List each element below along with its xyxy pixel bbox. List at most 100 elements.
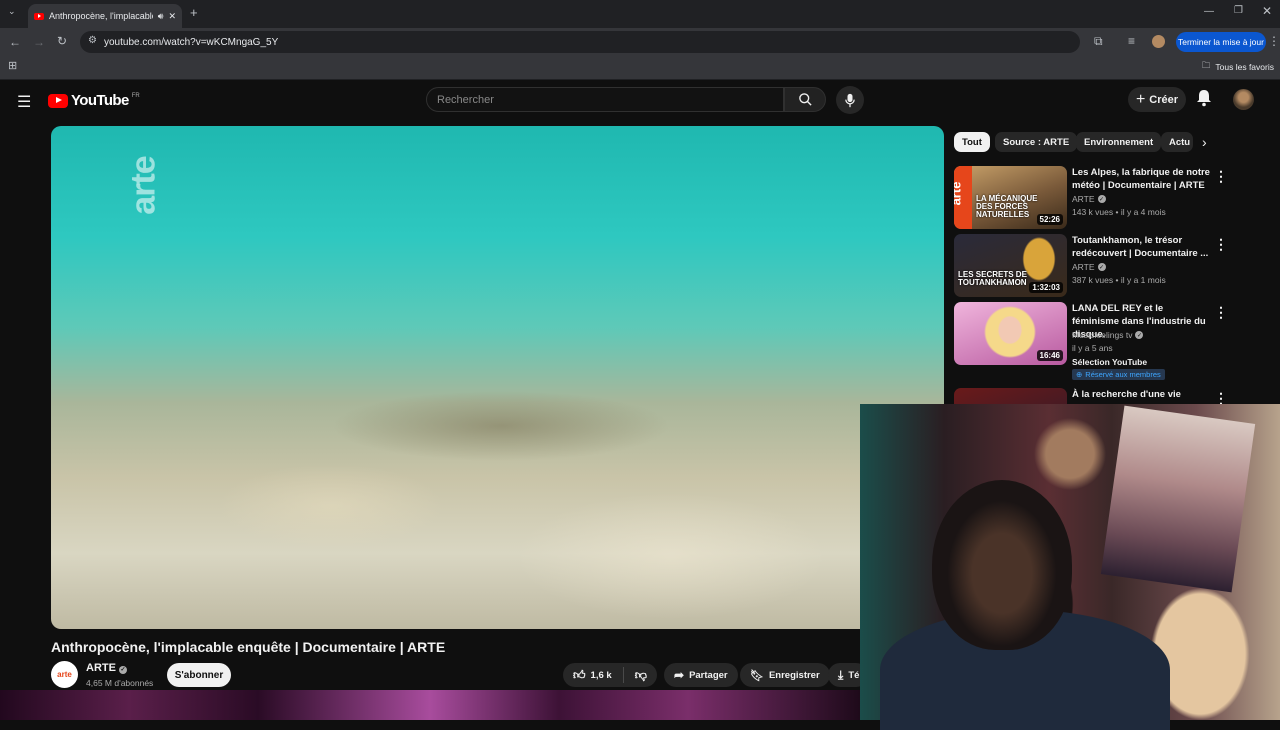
- recommendation-channel[interactable]: ARTE ✓: [1072, 262, 1106, 272]
- youtube-logo[interactable]: YouTube FR: [48, 92, 140, 109]
- reload-icon[interactable]: ↻: [57, 35, 67, 47]
- video-title: Anthropocène, l'implacable enquête | Doc…: [51, 639, 446, 655]
- chip-environment[interactable]: Environnement: [1076, 132, 1162, 152]
- members-icon: ⊕: [1076, 370, 1083, 379]
- recommendation-title[interactable]: Toutankhamon, le trésor redécouvert | Do…: [1072, 234, 1212, 260]
- recommendation-thumbnail[interactable]: 16:46: [954, 302, 1067, 365]
- menu-dots-icon[interactable]: ⋮: [1268, 35, 1280, 47]
- search-button[interactable]: [784, 87, 826, 112]
- webcam-streamer-head: [932, 480, 1072, 650]
- search-input[interactable]: Rechercher: [426, 87, 784, 112]
- notifications-button[interactable]: [1196, 89, 1212, 112]
- create-label: Créer: [1149, 93, 1179, 106]
- recommendation-item[interactable]: À la recherche d'une vie ⋮: [954, 388, 1270, 404]
- more-options-icon[interactable]: ⋮: [1214, 304, 1228, 321]
- chip-all[interactable]: Tout: [954, 132, 990, 152]
- folder-icon: 🗀: [1201, 60, 1211, 70]
- extensions-icon[interactable]: ⧉: [1094, 35, 1103, 47]
- back-icon[interactable]: ←: [9, 36, 21, 48]
- browser-tab-strip: ⌄ + — ❐ ✕: [0, 0, 1280, 28]
- user-avatar[interactable]: [1233, 89, 1254, 110]
- tab-title: Anthropocène, l'implacable: [49, 11, 153, 21]
- region-code: FR: [131, 92, 140, 99]
- create-button[interactable]: + Créer: [1128, 87, 1186, 112]
- share-label: Partager: [689, 669, 728, 681]
- recommendation-channel[interactable]: ARTE ✓: [1072, 194, 1106, 204]
- minimize-icon[interactable]: —: [1204, 7, 1214, 17]
- logo-text: YouTube: [71, 92, 129, 109]
- recommendation-item[interactable]: 16:46 LANA DEL REY et le féminisme dans …: [954, 302, 1270, 386]
- webcam-background-poster: [1100, 405, 1256, 593]
- recommendation-meta: 387 k vues • il y a 1 mois: [1072, 275, 1166, 285]
- bookmarks-bar: ⊞: [0, 56, 1280, 80]
- thumbs-up-icon: 👍︎: [573, 667, 586, 682]
- like-button[interactable]: 👍︎ 1,6 k: [573, 668, 612, 683]
- more-options-icon[interactable]: ⋮: [1214, 390, 1228, 404]
- youtube-selection-label: Sélection YouTube: [1072, 357, 1148, 367]
- save-button[interactable]: 🔖︎ Enregistrer: [740, 663, 830, 687]
- channel-name-text: ARTE: [86, 662, 116, 674]
- profile-avatar[interactable]: [1152, 35, 1165, 48]
- recommendation-item[interactable]: arte LA MÉCANIQUE DES FORCES NATURELLES …: [954, 166, 1270, 232]
- bell-icon: [1197, 90, 1211, 107]
- recommendation-meta: 143 k vues • il y a 4 mois: [1072, 207, 1166, 217]
- save-label: Enregistrer: [768, 669, 820, 681]
- close-window-icon[interactable]: ✕: [1262, 5, 1272, 17]
- arte-logo-strip: arte: [954, 166, 972, 229]
- upload-age: il y a 1 mois: [1120, 275, 1166, 285]
- duration-badge: 16:46: [1036, 350, 1063, 361]
- recommendation-thumbnail[interactable]: arte LA MÉCANIQUE DES FORCES NATURELLES …: [954, 166, 1067, 229]
- verified-icon: ✓: [1097, 263, 1106, 271]
- recommendation-title[interactable]: Les Alpes, la fabrique de notre météo | …: [1072, 166, 1212, 192]
- speaker-icon[interactable]: 🔊︎: [158, 11, 164, 22]
- close-tab-icon[interactable]: ✕: [168, 11, 176, 22]
- channel-name[interactable]: ARTE ✓: [86, 662, 128, 674]
- more-options-icon[interactable]: ⋮: [1214, 236, 1228, 253]
- download-icon: ⤓: [838, 667, 844, 682]
- url-text: youtube.com/watch?v=wKCMngaG_5Y: [104, 36, 279, 48]
- video-player[interactable]: arte: [51, 126, 944, 629]
- chevron-right-icon[interactable]: ›: [1202, 134, 1207, 150]
- channel-avatar[interactable]: arte: [51, 661, 78, 688]
- thumbnail-text: LA MÉCANIQUE DES FORCES NATURELLES: [976, 194, 1038, 219]
- recommendation-item[interactable]: LES SECRETS DE TOUTANKHAMON 1:32:03 Tout…: [954, 234, 1270, 300]
- recommendation-thumbnail[interactable]: [954, 388, 1067, 404]
- apps-grid-icon[interactable]: ⊞: [8, 61, 17, 72]
- hamburger-menu-icon[interactable]: ☰: [17, 92, 31, 112]
- site-info-icon[interactable]: ⚙: [88, 36, 97, 46]
- new-tab-icon[interactable]: +: [190, 6, 198, 19]
- plus-icon: +: [1135, 90, 1146, 108]
- voice-search-button[interactable]: [836, 86, 864, 114]
- recommendation-channel[interactable]: Musicfeelings tv ✓: [1072, 330, 1144, 340]
- like-count: 1,6 k: [590, 669, 612, 681]
- subscriber-count: 4,65 M d'abonnés: [86, 678, 154, 688]
- subscribe-button[interactable]: S'abonner: [167, 663, 231, 687]
- more-options-icon[interactable]: ⋮: [1214, 168, 1228, 185]
- update-button[interactable]: Terminer la mise à jour: [1176, 32, 1266, 52]
- bookmark-icon: 🔖︎: [750, 669, 764, 682]
- share-button[interactable]: ➦ Partager: [664, 663, 738, 687]
- chip-source-arte[interactable]: Source : ARTE: [995, 132, 1078, 152]
- tab-search-icon[interactable]: ⌄: [8, 7, 16, 16]
- background-stream-overlay: [0, 690, 860, 720]
- channel-text: Musicfeelings tv: [1072, 330, 1133, 340]
- recommendation-title[interactable]: À la recherche d'une vie: [1072, 388, 1212, 401]
- verified-icon: ✓: [1135, 331, 1144, 339]
- duration-badge: 52:26: [1036, 214, 1063, 225]
- active-tab[interactable]: Anthropocène, l'implacable 🔊︎ ✕: [28, 4, 182, 28]
- thumbnail-text: LES SECRETS DE TOUTANKHAMON: [958, 270, 1027, 287]
- view-count: 387 k vues: [1072, 275, 1114, 285]
- reading-list-icon[interactable]: ≡: [1128, 35, 1135, 47]
- upload-age: il y a 4 mois: [1120, 207, 1166, 217]
- url-bar[interactable]: ⚙ youtube.com/watch?v=wKCMngaG_5Y: [80, 31, 1080, 53]
- all-bookmarks[interactable]: 🗀 Tous les favoris: [1202, 60, 1274, 74]
- members-only-badge: ⊕ Réservé aux membres: [1072, 369, 1165, 380]
- forward-icon[interactable]: →: [33, 36, 45, 48]
- verified-icon: ✓: [119, 665, 128, 674]
- dislike-button[interactable]: 👎︎: [635, 668, 647, 683]
- chip-news[interactable]: Actu: [1161, 132, 1193, 152]
- recommendation-thumbnail[interactable]: LES SECRETS DE TOUTANKHAMON 1:32:03: [954, 234, 1067, 297]
- like-separator: [622, 667, 624, 683]
- recommendation-meta: il y a 5 ans: [1072, 343, 1113, 353]
- restore-icon[interactable]: ❐: [1234, 6, 1243, 16]
